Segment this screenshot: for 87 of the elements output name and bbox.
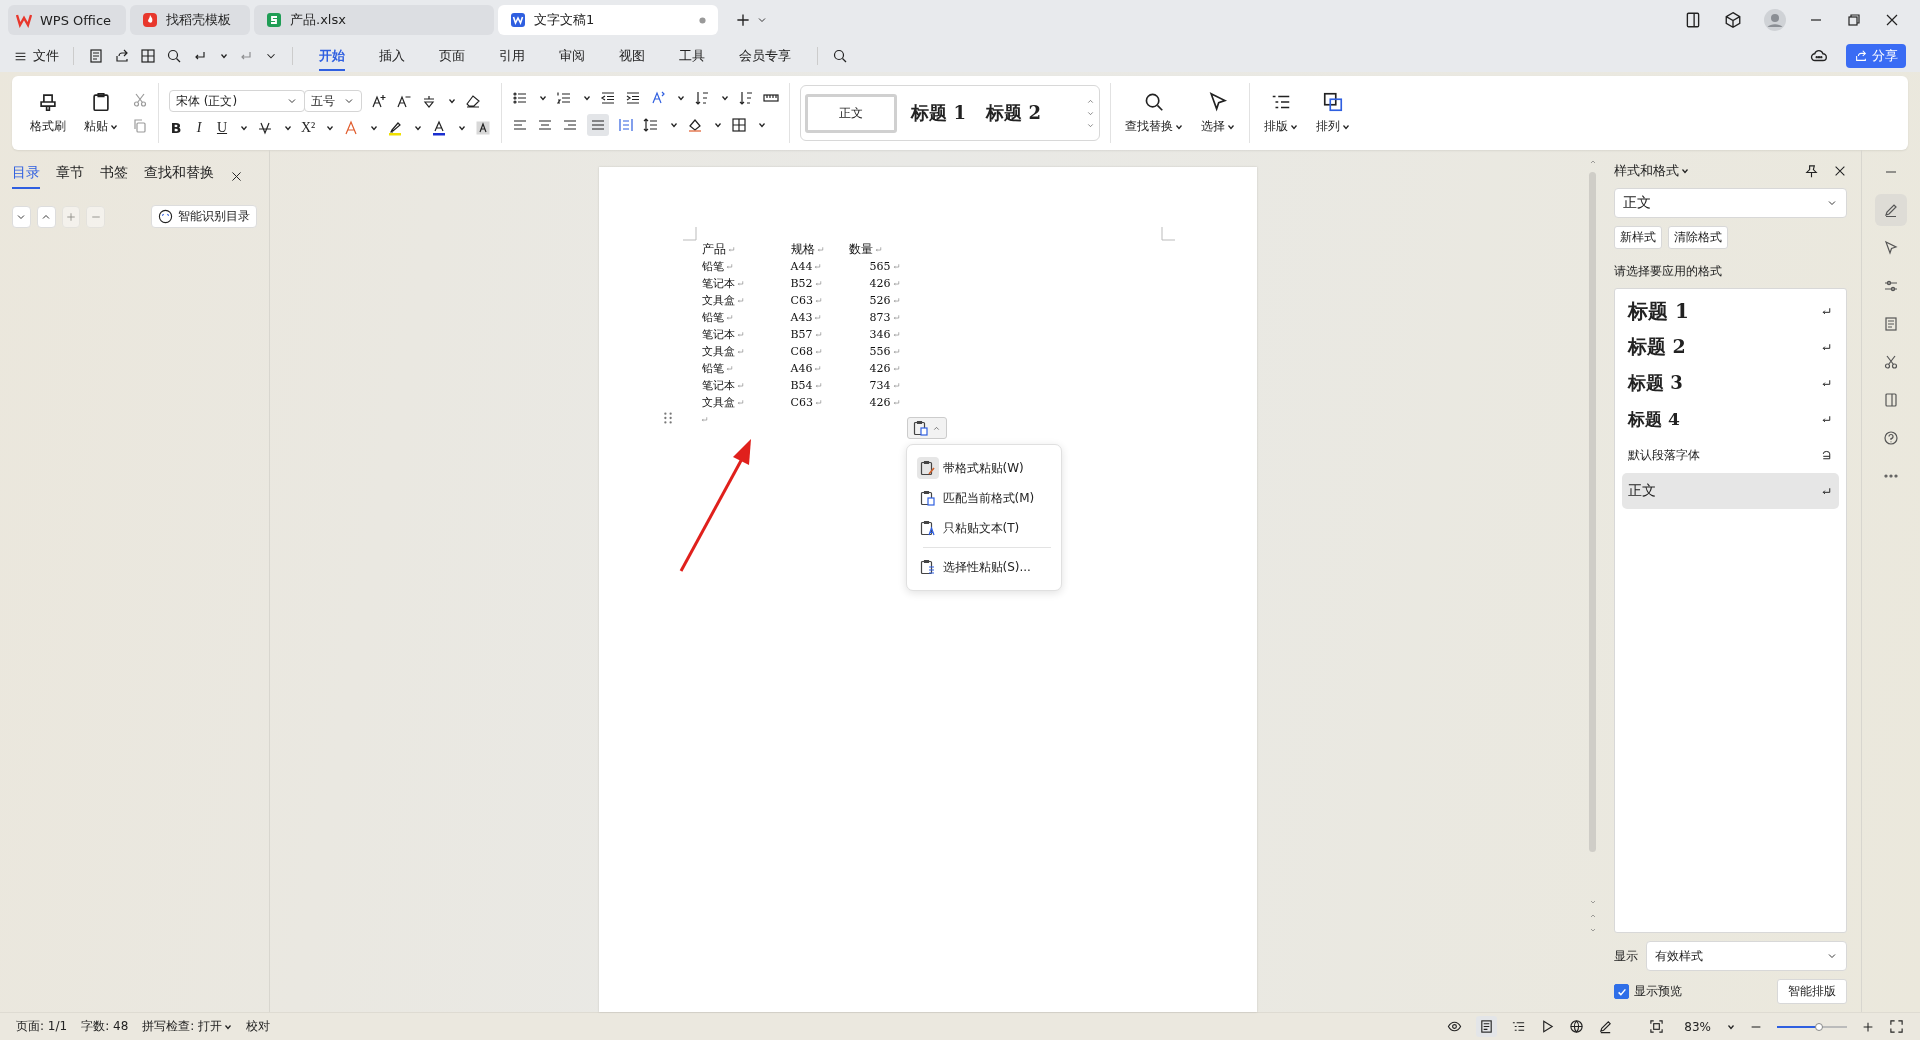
zoom-level[interactable]: 83% xyxy=(1684,1019,1711,1034)
select-button[interactable]: 选择 xyxy=(1197,89,1240,137)
table-cell-text: 734 xyxy=(869,378,891,394)
paste-button[interactable]: 粘贴 xyxy=(80,89,122,137)
new-style-button[interactable]: 新样式 xyxy=(1614,226,1662,249)
ribbon-tab[interactable]: 审阅 xyxy=(547,43,597,69)
menu-item[interactable]: 只粘贴文本(T) xyxy=(916,513,1051,543)
table-cell-text: 笔记本 xyxy=(701,378,735,394)
smart-toc-button[interactable]: 智能识别目录 xyxy=(151,205,257,228)
panel-title[interactable]: 样式和格式 xyxy=(1614,162,1689,180)
table-cell-text: 文具盒 xyxy=(701,293,735,309)
table-cell-text: 346 xyxy=(869,327,891,343)
table-cell-text: 笔记本 xyxy=(701,327,735,343)
spell-check-toggle[interactable]: 拼写检查: 打开 xyxy=(142,1018,233,1035)
table-cell-text: 铅笔 xyxy=(701,310,724,326)
current-style-dropdown[interactable]: 正文 xyxy=(1614,188,1847,218)
panel-tab[interactable]: 书签 xyxy=(100,164,128,189)
style-item[interactable]: 标题 3 xyxy=(1622,365,1839,401)
document-tab[interactable]: 找稻壳模板 xyxy=(130,5,250,35)
show-label: 显示 xyxy=(1614,947,1638,965)
document-tab[interactable]: 产品.xlsx xyxy=(254,5,494,35)
table-cell-text: A44 xyxy=(790,259,813,275)
text-format-button[interactable]: B xyxy=(169,120,183,136)
table-cell-text: 426 xyxy=(869,395,891,411)
format-painter-button[interactable]: 格式刷 xyxy=(26,89,70,137)
column-header: 规格 xyxy=(790,241,815,258)
style-option[interactable]: 正文 xyxy=(805,93,898,133)
style-item[interactable]: 标题 1 xyxy=(1622,293,1839,329)
table-cell-text: 笔记本 xyxy=(701,276,735,292)
share-button[interactable]: 分享 xyxy=(1846,44,1906,68)
table-cell-text: B54 xyxy=(790,378,813,394)
proofread-button[interactable]: 校对 xyxy=(246,1018,271,1035)
layout-button[interactable]: 排版 xyxy=(1260,89,1303,137)
find-replace-button[interactable]: 查找替换 xyxy=(1121,89,1188,137)
menu-item[interactable]: 带格式粘贴(W) xyxy=(916,453,1051,483)
table-cell-text: B57 xyxy=(790,327,813,343)
text-format-button[interactable]: I xyxy=(192,120,206,136)
ribbon-tab[interactable]: 插入 xyxy=(367,43,417,69)
table-cell-text: C68 xyxy=(790,344,813,360)
page-count: 页面: 1/1 xyxy=(16,1018,68,1035)
column-header: 产品 xyxy=(701,241,726,258)
table-cell-text: B52 xyxy=(790,276,813,292)
style-option[interactable]: 标题 1 xyxy=(905,93,973,133)
document-tab[interactable]: WPS Office xyxy=(8,5,126,35)
table-cell-text: 文具盒 xyxy=(701,344,735,360)
table-cell-text: C63 xyxy=(790,293,813,309)
table-cell-text: A46 xyxy=(790,361,813,377)
table-cell-text: 文具盒 xyxy=(701,395,735,411)
style-item[interactable]: 默认段落字体 xyxy=(1622,437,1839,473)
style-item[interactable]: 正文 xyxy=(1622,473,1839,509)
style-option[interactable]: 标题 2 xyxy=(980,93,1047,133)
panel-tab[interactable]: 查找和替换 xyxy=(144,164,214,189)
menu-item[interactable]: 选择性粘贴(S)... xyxy=(916,552,1051,582)
table-cell-text: A43 xyxy=(790,310,813,326)
table-cell-text: 426 xyxy=(869,361,891,377)
table-cell-text: 565 xyxy=(869,259,891,275)
table-cell-text: 526 xyxy=(869,293,891,309)
table-cell-text: C63 xyxy=(790,395,813,411)
panel-tab[interactable]: 目录 xyxy=(12,164,40,189)
ribbon-tab[interactable]: 引用 xyxy=(487,43,537,69)
ribbon-tab[interactable]: 开始 xyxy=(307,43,357,69)
style-item[interactable]: 标题 4 xyxy=(1622,401,1839,437)
ribbon-tab[interactable]: 视图 xyxy=(607,43,657,69)
table-cell-text: 铅笔 xyxy=(701,361,724,377)
show-filter-dropdown[interactable]: 有效样式 xyxy=(1646,941,1847,971)
instruction-text: 请选择要应用的格式 xyxy=(1614,263,1723,280)
arrange-button[interactable]: 排列 xyxy=(1312,89,1355,137)
text-format-button[interactable]: U xyxy=(215,120,229,136)
word-count[interactable]: 字数: 48 xyxy=(81,1018,129,1035)
style-item[interactable]: 标题 2 xyxy=(1622,329,1839,365)
preview-checkbox[interactable]: 显示预览 xyxy=(1614,983,1682,1000)
document-tab[interactable]: 文字文稿1 xyxy=(498,5,718,35)
smart-layout-button[interactable]: 智能排版 xyxy=(1777,979,1847,1004)
table-cell-text: 873 xyxy=(869,310,891,326)
column-header: 数量 xyxy=(848,241,873,258)
ribbon-tab[interactable]: 会员专享 xyxy=(727,43,803,69)
text-format-button[interactable]: X² xyxy=(301,120,316,136)
ribbon-tab[interactable]: 工具 xyxy=(667,43,717,69)
menu-item[interactable]: 匹配当前格式(M) xyxy=(916,483,1051,513)
clear-format-button[interactable]: 清除格式 xyxy=(1668,226,1728,249)
panel-tab[interactable]: 章节 xyxy=(56,164,84,189)
file-menu[interactable]: 文件 xyxy=(14,47,59,65)
ribbon-tab[interactable]: 页面 xyxy=(427,43,477,69)
table-cell-text: 426 xyxy=(869,276,891,292)
table-cell-text: 556 xyxy=(869,344,891,360)
font-size-dropdown[interactable]: 五号 xyxy=(304,90,362,112)
table-cell-text: 铅笔 xyxy=(701,259,724,275)
